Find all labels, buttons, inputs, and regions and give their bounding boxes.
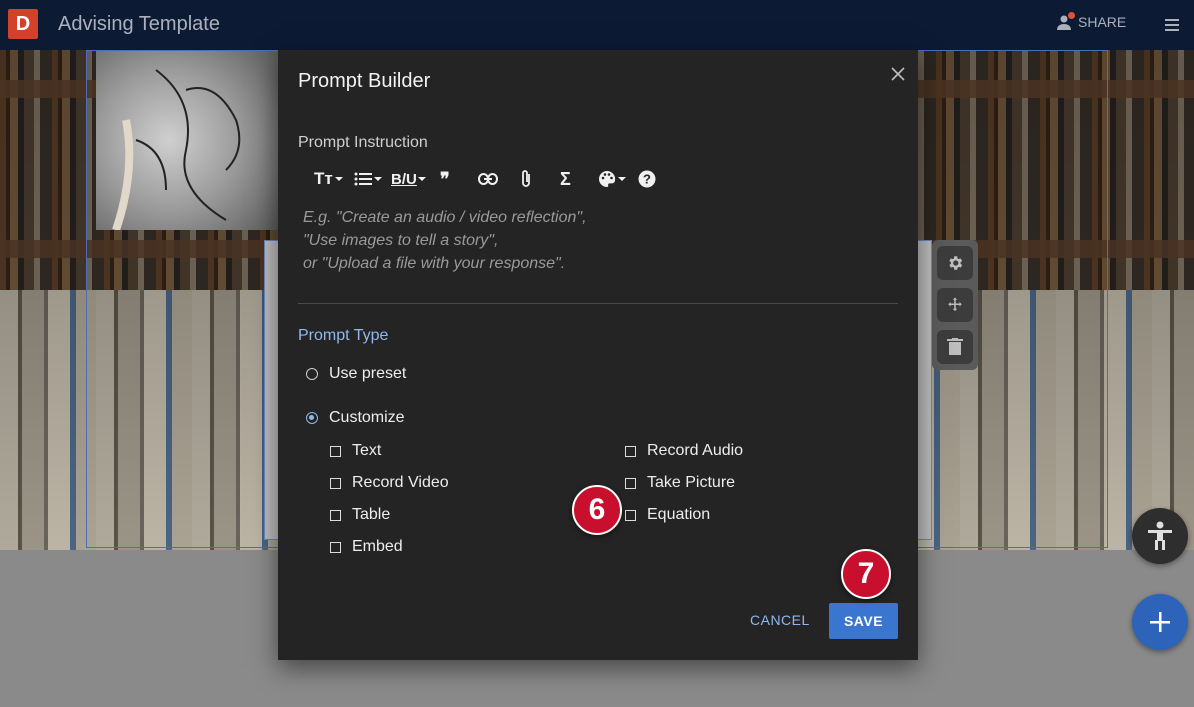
checkbox-icon: [330, 509, 341, 521]
quote-icon: ❞: [440, 168, 450, 189]
checkbox-label: Text: [352, 442, 382, 459]
equation-button[interactable]: Σ: [560, 168, 571, 190]
link-button[interactable]: [478, 168, 498, 190]
palette-icon: [599, 170, 616, 187]
checkbox-icon: [625, 509, 636, 521]
bold-underline-icon: B/U: [391, 170, 417, 188]
text-style-button[interactable]: Tт: [314, 168, 343, 190]
accessibility-icon: [1148, 521, 1172, 550]
caret-down-icon: [334, 177, 343, 181]
customize-label: Customize: [329, 409, 405, 426]
move-arrows-icon: [948, 297, 962, 311]
paperclip-icon: [522, 170, 530, 187]
checkbox-icon: [330, 541, 341, 553]
plus-icon: [1150, 612, 1170, 632]
checkbox-label: Take Picture: [647, 474, 736, 491]
radio-unchecked-icon: [306, 368, 318, 380]
prompt-instruction-label: Prompt Instruction: [298, 134, 428, 151]
sigma-icon: Σ: [560, 168, 571, 189]
divider: [298, 303, 898, 304]
use-preset-radio[interactable]: Use preset: [306, 365, 406, 383]
dialog-title: Prompt Builder: [298, 70, 431, 92]
placeholder-line: or "Upload a file with your response".: [303, 255, 566, 272]
accessibility-button[interactable]: [1132, 508, 1188, 564]
close-icon[interactable]: [890, 66, 906, 82]
help-icon: ?: [638, 170, 656, 188]
placeholder-line: "Use images to tell a story",: [303, 232, 499, 249]
checkbox-icon: [330, 477, 341, 489]
link-icon: [478, 173, 498, 185]
share-button[interactable]: SHARE: [1056, 12, 1127, 30]
quote-button[interactable]: ❞: [440, 168, 450, 190]
add-block-button[interactable]: [1132, 594, 1188, 650]
list-button[interactable]: [354, 168, 382, 190]
checkbox-label: Embed: [352, 538, 403, 555]
svg-text:?: ?: [643, 172, 651, 187]
checkbox-text[interactable]: Text: [330, 442, 381, 460]
text-size-icon: Tт: [314, 169, 333, 188]
bullet-list-icon: [354, 172, 372, 186]
notification-dot: [1068, 12, 1075, 19]
use-preset-label: Use preset: [329, 365, 407, 382]
checkbox-equation[interactable]: Equation: [625, 506, 710, 524]
checkbox-label: Table: [352, 506, 391, 523]
top-bar: D Advising Template SHARE: [0, 0, 1194, 50]
radio-checked-icon: [306, 412, 318, 424]
checkbox-icon: [625, 445, 636, 457]
help-button[interactable]: ?: [638, 168, 656, 190]
step-callout-6: 6: [572, 485, 622, 535]
settings-button[interactable]: [937, 246, 973, 280]
cancel-button[interactable]: CANCEL: [750, 612, 810, 628]
prompt-builder-dialog: Prompt Builder Prompt Instruction Tт B/U…: [278, 50, 918, 660]
caret-down-icon: [374, 177, 382, 181]
checkbox-record-video[interactable]: Record Video: [330, 474, 449, 492]
customize-radio[interactable]: Customize: [306, 409, 405, 427]
checkbox-label: Record Video: [352, 474, 449, 491]
gear-icon: [949, 256, 963, 270]
prompt-instruction-editor[interactable]: E.g. "Create an audio / video reflection…: [303, 206, 587, 275]
checkbox-embed[interactable]: Embed: [330, 538, 403, 556]
block-toolbar: [932, 240, 978, 370]
checkbox-icon: [625, 477, 636, 489]
checkbox-label: Equation: [647, 506, 711, 523]
checkbox-record-audio[interactable]: Record Audio: [625, 442, 743, 460]
page-title: Advising Template: [58, 13, 220, 35]
placeholder-line: E.g. "Create an audio / video reflection…: [303, 209, 587, 226]
color-button[interactable]: [598, 168, 626, 190]
checkbox-label: Record Audio: [647, 442, 744, 459]
bold-underline-button[interactable]: B/U: [391, 168, 426, 190]
step-callout-7: 7: [841, 549, 891, 599]
caret-down-icon: [618, 177, 626, 181]
checkbox-icon: [330, 445, 341, 457]
checkbox-take-picture[interactable]: Take Picture: [625, 474, 735, 492]
trash-icon: [947, 338, 963, 355]
hamburger-menu-icon[interactable]: [1162, 15, 1182, 35]
move-button[interactable]: [937, 288, 973, 322]
prompt-type-label: Prompt Type: [298, 327, 389, 344]
checkbox-table[interactable]: Table: [330, 506, 390, 524]
attach-button[interactable]: [520, 168, 532, 190]
save-button[interactable]: SAVE: [829, 603, 898, 639]
caret-down-icon: [417, 177, 426, 181]
app-logo[interactable]: D: [8, 9, 38, 39]
share-label: SHARE: [1078, 14, 1127, 30]
delete-button[interactable]: [937, 330, 973, 364]
